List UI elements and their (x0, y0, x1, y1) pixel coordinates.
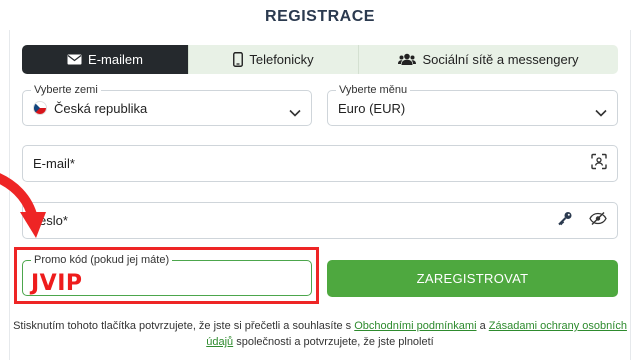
users-icon (398, 53, 417, 66)
currency-select[interactable]: Vyberte měnu Euro (EUR) (327, 84, 618, 126)
chevron-down-icon (289, 104, 301, 122)
envelope-icon (67, 54, 82, 65)
chevron-down-icon (595, 104, 607, 122)
phone-icon (233, 52, 244, 67)
key-icon[interactable] (557, 210, 573, 231)
czech-flag-icon (33, 101, 47, 115)
country-select-value-wrap: Česká republika (33, 91, 147, 125)
right-divider (630, 30, 631, 360)
terms-suffix: společnosti a potvrzujete, že jste plnol… (233, 336, 434, 348)
terms-text: Stisknutím tohoto tlačítka potvrzujete, … (0, 318, 640, 350)
privacy-policy-link-part2[interactable]: údajů (206, 336, 233, 348)
email-field[interactable]: E-mail* (22, 145, 618, 182)
tab-phone-label: Telefonicky (249, 52, 314, 67)
contact-scan-icon[interactable] (591, 153, 607, 174)
terms-prefix: Stisknutím tohoto tlačítka potvrzujete, … (13, 320, 355, 332)
tab-social[interactable]: Sociální sítě a messengery (358, 45, 618, 74)
register-button[interactable]: ZAREGISTROVAT (327, 260, 618, 297)
country-select[interactable]: Vyberte zemi Česká republika (22, 84, 312, 126)
promo-highlight-box (14, 247, 319, 304)
country-select-value: Česká republika (54, 100, 148, 116)
eye-slash-icon[interactable] (589, 211, 607, 230)
registration-tabs: E-mailem Telefonicky Sociální sítě a mes… (22, 45, 618, 74)
page-title: REGISTRACE (265, 8, 375, 25)
tab-email[interactable]: E-mailem (22, 45, 188, 74)
red-arrow-icon (0, 172, 48, 249)
terms-conditions-link[interactable]: Obchodními podmínkami (354, 320, 476, 332)
privacy-policy-link-part1[interactable]: Zásadami ochrany osobních (489, 320, 627, 332)
password-field[interactable]: eslo* (22, 202, 618, 239)
tab-email-label: E-mailem (88, 52, 143, 67)
currency-select-value: Euro (EUR) (338, 100, 406, 116)
tab-phone[interactable]: Telefonicky (188, 45, 358, 74)
tab-social-label: Sociální sítě a messengery (422, 52, 579, 67)
terms-middle: a (476, 320, 489, 332)
